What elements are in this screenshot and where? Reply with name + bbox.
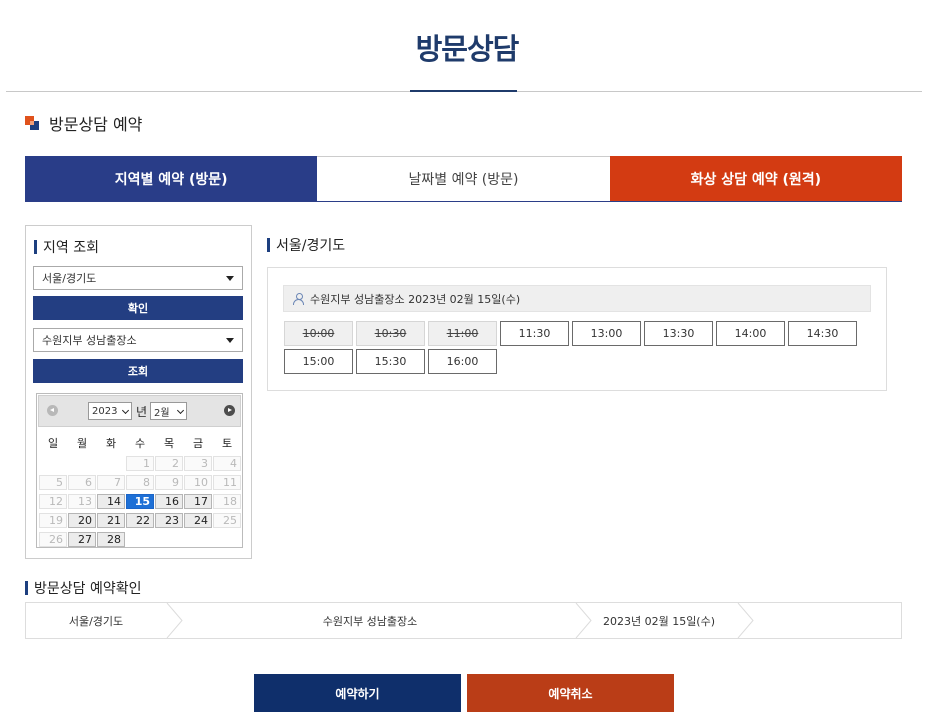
slot-info-bar: 수원지부 성남출장소 2023년 02월 15일(수)	[283, 285, 871, 312]
time-slot-button[interactable]: 15:00	[284, 349, 353, 374]
time-slot-button[interactable]: 13:30	[644, 321, 713, 346]
weekday-label: 월	[76, 437, 88, 450]
calendar-day[interactable]: 14	[97, 494, 125, 509]
calendar-day: 19	[39, 513, 67, 528]
region-search-label: 지역 조회	[43, 240, 99, 256]
month-select[interactable]: 2월	[150, 402, 187, 420]
calendar-day: 3	[184, 456, 212, 471]
heading-bar	[25, 581, 28, 595]
calendar-day[interactable]: 28	[97, 532, 125, 547]
calendar-day: 12	[39, 494, 67, 509]
time-slot-button[interactable]: 16:00	[428, 349, 497, 374]
time-slot-button[interactable]: 11:30	[500, 321, 569, 346]
person-icon	[293, 293, 304, 305]
slots-region-label: 서울/경기도	[276, 238, 346, 254]
summary-branch: 수원지부 성남출장소	[322, 614, 418, 628]
region-select[interactable]: 서울/경기도	[33, 266, 243, 290]
section-header: 방문상담 예약	[25, 112, 142, 134]
calendar-day: 26	[39, 532, 67, 547]
calendar-day[interactable]: 23	[155, 513, 183, 528]
calendar-day: 18	[213, 494, 241, 509]
calendar-day: 1	[126, 456, 154, 471]
calendar-day: 8	[126, 475, 154, 490]
calendar-day[interactable]: 20	[68, 513, 96, 528]
time-slot-unavailable: 10:00	[284, 321, 353, 346]
time-slot-unavailable: 11:00	[428, 321, 497, 346]
tab-video-remote[interactable]: 화상 상담 예약 (원격)	[609, 156, 902, 201]
time-slot-panel: 수원지부 성남출장소 2023년 02월 15일(수) 10:00 10:30 11…	[267, 267, 887, 391]
region-confirm-button[interactable]: 확인	[33, 296, 243, 320]
title-accent-line	[410, 90, 517, 92]
calendar-day: 2	[155, 456, 183, 471]
slots-region-heading: 서울/경기도	[267, 235, 345, 255]
calendar-day: 10	[184, 475, 212, 490]
branch-search-button[interactable]: 조회	[33, 359, 243, 383]
calendar-day: 6	[68, 475, 96, 490]
month-value: 2월	[154, 407, 170, 419]
calendar-day[interactable]: 24	[184, 513, 212, 528]
heading-bar	[267, 238, 270, 252]
year-suffix: 년	[136, 405, 148, 419]
weekday-label: 토	[221, 437, 233, 450]
weekday-label: 목	[163, 437, 175, 450]
next-month-icon[interactable]	[224, 405, 235, 416]
slot-info-text: 수원지부 성남출장소 2023년 02월 15일(수)	[310, 292, 521, 306]
step-chevron-icon	[737, 603, 754, 638]
caret-down-icon	[226, 338, 234, 343]
chevron-down-icon	[176, 406, 185, 415]
calendar-day: 9	[155, 475, 183, 490]
calendar-day: 4	[213, 456, 241, 471]
branch-select-value: 수원지부 성남출장소	[42, 334, 137, 347]
reservation-summary: 서울/경기도 수원지부 성남출장소 2023년 02월 15일(수)	[25, 602, 902, 639]
tab-region-visit[interactable]: 지역별 예약 (방문)	[25, 156, 318, 201]
region-select-value: 서울/경기도	[42, 272, 97, 285]
time-slot-button[interactable]: 14:00	[716, 321, 785, 346]
weekday-label: 일	[47, 437, 59, 450]
summary-region: 서울/경기도	[68, 614, 124, 628]
calendar-day: 5	[39, 475, 67, 490]
year-value: 2023	[92, 405, 118, 417]
calendar-day[interactable]: 27	[68, 532, 96, 547]
calendar-day: 13	[68, 494, 96, 509]
caret-down-icon	[226, 276, 234, 281]
reserve-button[interactable]: 예약하기	[254, 674, 461, 712]
page-title: 방문상담	[415, 32, 520, 66]
section-mark-icon	[25, 116, 39, 130]
weekday-label: 화	[105, 437, 117, 450]
calendar-day[interactable]: 21	[97, 513, 125, 528]
time-slot-button[interactable]: 14:30	[788, 321, 857, 346]
branch-select[interactable]: 수원지부 성남출장소	[33, 328, 243, 352]
calendar-day[interactable]: 17	[184, 494, 212, 509]
region-search-heading: 지역 조회	[34, 237, 99, 257]
time-slot-button[interactable]: 13:00	[572, 321, 641, 346]
time-slot-button[interactable]: 15:30	[356, 349, 425, 374]
reservation-tabs: 지역별 예약 (방문) 날짜별 예약 (방문) 화상 상담 예약 (원격)	[25, 156, 902, 202]
time-slot-unavailable: 10:30	[356, 321, 425, 346]
region-search-panel: 지역 조회 서울/경기도 확인 수원지부 성남출장소 조회 2023 년 2월 …	[25, 225, 252, 559]
calendar-day: 7	[97, 475, 125, 490]
step-chevron-icon	[166, 603, 183, 638]
prev-month-icon[interactable]	[47, 405, 58, 416]
confirm-heading-label: 방문상담 예약확인	[34, 581, 142, 597]
heading-bar	[34, 240, 37, 254]
tab-date-visit[interactable]: 날짜별 예약 (방문)	[317, 156, 610, 201]
calendar-day: 11	[213, 475, 241, 490]
calendar-day[interactable]: 22	[126, 513, 154, 528]
chevron-down-icon	[121, 406, 130, 415]
cancel-reservation-button[interactable]: 예약취소	[467, 674, 674, 712]
date-picker: 2023 년 2월 일 월 화 수 목 금 토 1 2 3 4 5 6 7 8 9 10 11 12 13 14 15 16…	[36, 393, 243, 548]
summary-date: 2023년 02월 15일(수)	[602, 614, 716, 628]
calendar-day-selected[interactable]: 15	[126, 494, 154, 509]
year-select[interactable]: 2023	[88, 402, 132, 420]
section-title: 방문상담 예약	[49, 115, 143, 134]
calendar-day: 25	[213, 513, 241, 528]
calendar-header: 2023 년 2월	[38, 395, 241, 427]
calendar-day[interactable]: 16	[155, 494, 183, 509]
weekday-label: 수	[134, 437, 146, 450]
confirm-heading: 방문상담 예약확인	[25, 578, 142, 598]
weekday-label: 금	[192, 437, 204, 450]
